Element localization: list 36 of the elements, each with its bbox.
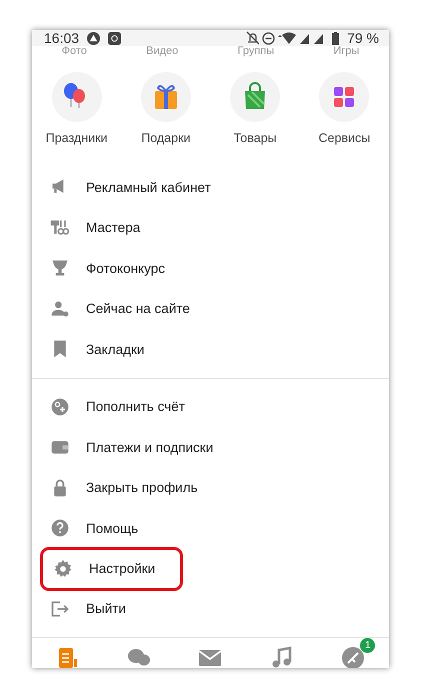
menu-item[interactable]: Выйти — [32, 588, 389, 629]
menu-item[interactable]: Помощь — [32, 508, 389, 548]
wifi-icon — [278, 32, 296, 44]
section-label: Игры — [333, 46, 360, 56]
menu-item[interactable]: Настройки — [40, 546, 183, 590]
music-icon — [270, 646, 294, 668]
menu-item[interactable]: Рекламный кабинет — [32, 167, 389, 208]
person-icon — [50, 298, 70, 319]
section-label: Фото — [62, 46, 87, 56]
shortcut-button[interactable]: Праздники — [34, 72, 120, 145]
trophy-icon — [50, 258, 70, 278]
menu-item[interactable]: Платежи и подписки — [32, 427, 389, 468]
menu-item[interactable]: Закладки — [32, 329, 389, 370]
exit-icon — [50, 598, 70, 619]
muted-bell-icon — [245, 31, 260, 45]
section-label: Видео — [146, 46, 178, 56]
menu-item[interactable]: Сейчас на сайте — [32, 288, 389, 329]
menu-item[interactable]: Закрыть профиль — [32, 468, 389, 508]
menu-item[interactable]: Мастера — [32, 208, 389, 248]
menu-item[interactable]: Пополнить счёт — [32, 386, 389, 427]
help-icon — [50, 518, 70, 538]
signal-icon — [299, 32, 310, 44]
gear-icon — [53, 558, 73, 578]
shortcut-button[interactable]: Подарки — [123, 72, 208, 145]
do-not-disturb-icon — [262, 32, 276, 44]
battery-icon — [332, 32, 340, 44]
coin-icon — [50, 396, 70, 417]
signal-icon — [313, 32, 324, 44]
notification-badge: 1 — [360, 638, 376, 653]
section-label: Группы — [238, 46, 274, 56]
clock: 16:03 — [44, 30, 80, 46]
menu-item[interactable]: Фотоконкурс — [32, 248, 389, 288]
shortcut-button[interactable]: Товары — [212, 72, 298, 145]
shortcut-button[interactable]: Сервисы — [302, 72, 387, 145]
battery-level: 79 % — [347, 30, 379, 46]
chat-icon — [127, 646, 152, 668]
